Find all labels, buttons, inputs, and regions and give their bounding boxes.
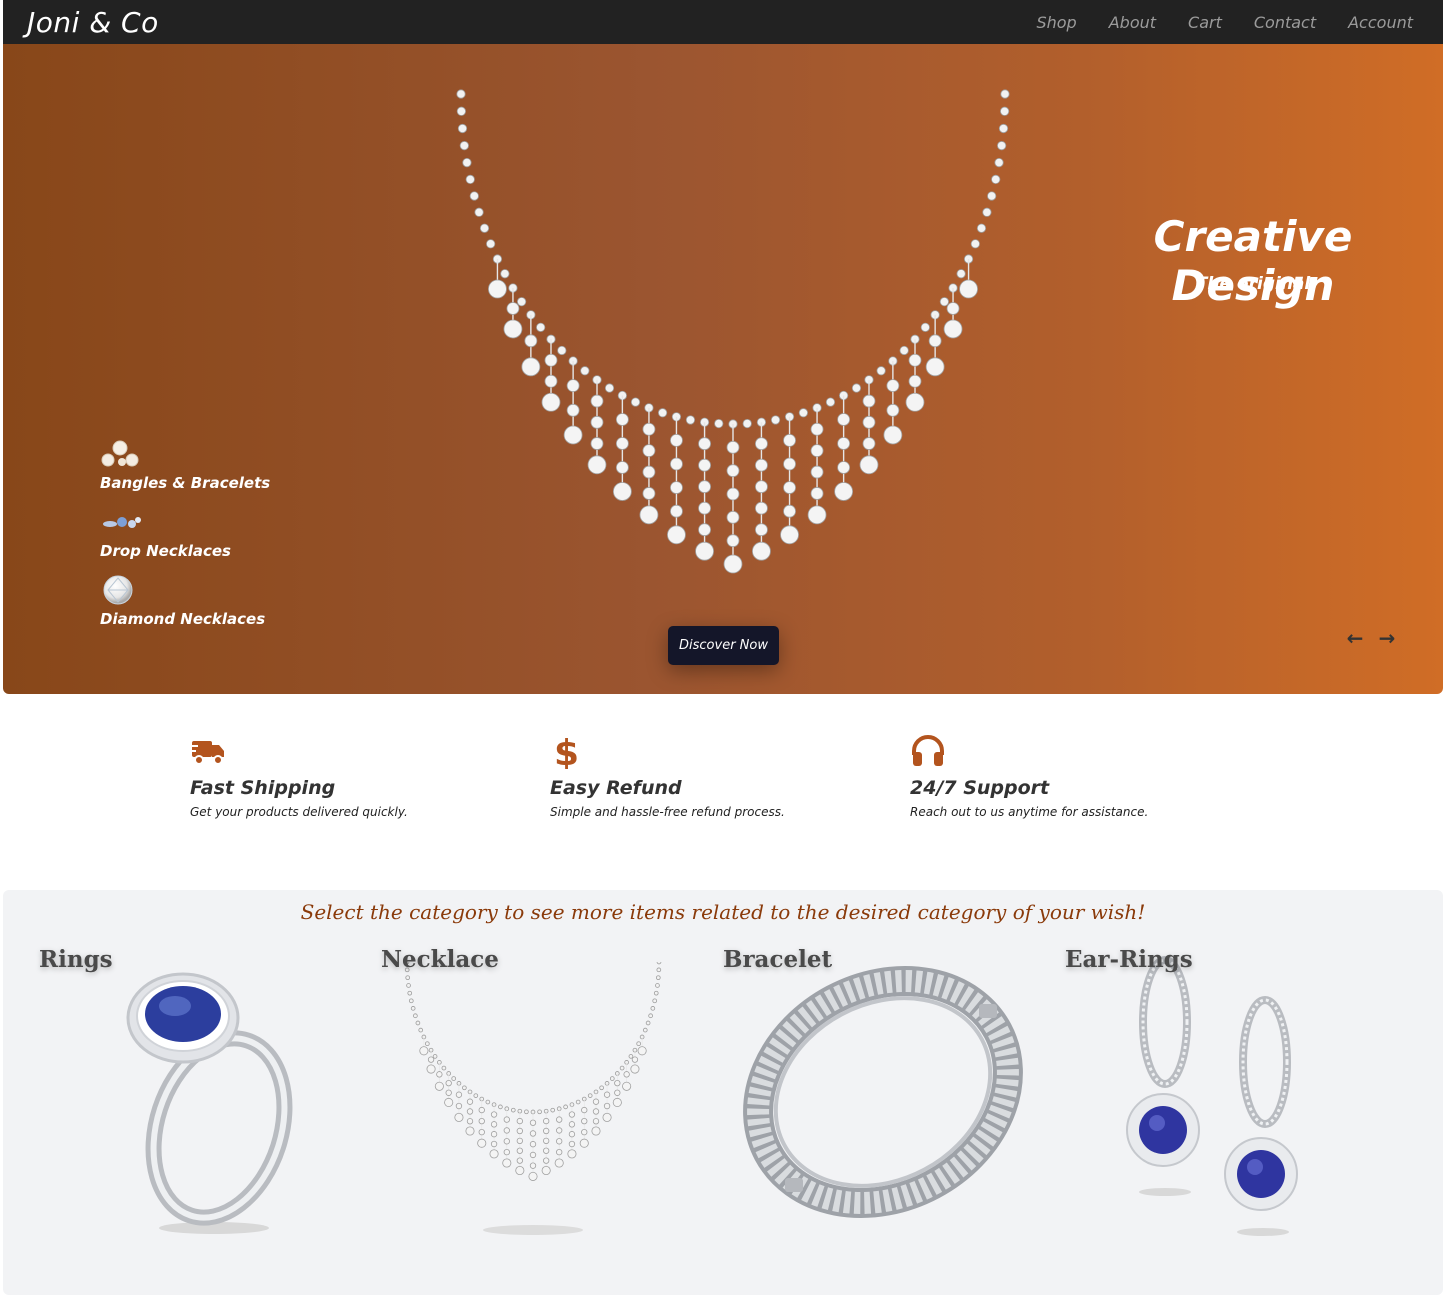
categories-section: Select the category to see more items re…: [3, 890, 1443, 1295]
feature-easy-refund: $ Easy Refund Simple and hassle-free ref…: [550, 733, 785, 819]
nav-link-account[interactable]: Account: [1348, 13, 1413, 32]
pearls-icon: [101, 440, 139, 467]
diamond-icon: [103, 575, 133, 605]
hero-category-list: Bangles & Bracelets Drop Necklaces Diamo…: [100, 438, 270, 642]
feature-text: Simple and hassle-free refund process.: [550, 805, 785, 819]
necklace-hero-image: [456, 89, 1010, 574]
category-title: Ear-Rings: [1065, 946, 1193, 973]
dollar-icon: $: [554, 733, 579, 769]
nav-link-shop[interactable]: Shop: [1036, 13, 1076, 32]
hero-category-label: Drop Necklaces: [100, 542, 231, 560]
earrings-image: [1126, 956, 1298, 1236]
category-title: Rings: [39, 946, 113, 973]
nav-link-cart[interactable]: Cart: [1188, 13, 1222, 32]
feature-title: Easy Refund: [550, 777, 682, 799]
category-card-ear-rings[interactable]: Ear-Rings: [1065, 942, 1395, 1242]
headphones-icon: [912, 735, 944, 766]
ring-image: [126, 972, 293, 1234]
nav-link-about[interactable]: About: [1109, 13, 1156, 32]
feature-text: Reach out to us anytime for assistance.: [910, 805, 1149, 819]
nav-link-contact[interactable]: Contact: [1254, 13, 1316, 32]
necklace-image: [404, 962, 662, 1235]
arrow-left-icon[interactable]: ←: [1343, 626, 1367, 650]
categories-header: Select the category to see more items re…: [300, 900, 1146, 924]
category-title: Bracelet: [723, 946, 833, 973]
feature-title: 24/7 Support: [910, 777, 1050, 799]
category-title: Necklace: [381, 946, 499, 973]
gem-cluster-icon: [103, 517, 141, 528]
feature-text: Get your products delivered quickly.: [190, 805, 408, 819]
brand-logo[interactable]: Joni & Co: [27, 6, 159, 39]
hero-carousel: Creative Design The original Bangles & B…: [3, 44, 1443, 694]
arrow-right-icon[interactable]: →: [1375, 626, 1399, 650]
nav-links: Shop About Cart Contact Account: [1036, 13, 1413, 32]
feature-title: Fast Shipping: [190, 777, 336, 799]
hero-category-label: Bangles & Bracelets: [100, 474, 271, 492]
discover-now-button[interactable]: Discover Now: [668, 626, 779, 665]
top-navbar: Joni & Co Shop About Cart Contact Accoun…: [3, 0, 1443, 44]
bracelet-image: [743, 966, 1023, 1218]
hero-subtitle: The original: [1195, 274, 1311, 294]
truck-icon: [190, 741, 224, 765]
category-card-bracelet[interactable]: Bracelet: [723, 942, 1053, 1242]
hero-category-diamond-necklaces[interactable]: Diamond Necklaces: [100, 574, 270, 628]
svg-text:$: $: [554, 733, 579, 769]
features-row: Fast Shipping Get your products delivere…: [0, 733, 1449, 843]
hero-category-label: Diamond Necklaces: [100, 610, 266, 628]
feature-support: 24/7 Support Reach out to us anytime for…: [910, 733, 1148, 819]
hero-category-drop-necklaces[interactable]: Drop Necklaces: [100, 506, 270, 560]
category-card-rings[interactable]: Rings: [39, 942, 369, 1242]
hero-title: Creative Design: [1153, 212, 1353, 310]
feature-fast-shipping: Fast Shipping Get your products delivere…: [190, 733, 408, 819]
category-card-necklace[interactable]: Necklace: [381, 942, 711, 1242]
hero-category-bangles[interactable]: Bangles & Bracelets: [100, 438, 270, 492]
